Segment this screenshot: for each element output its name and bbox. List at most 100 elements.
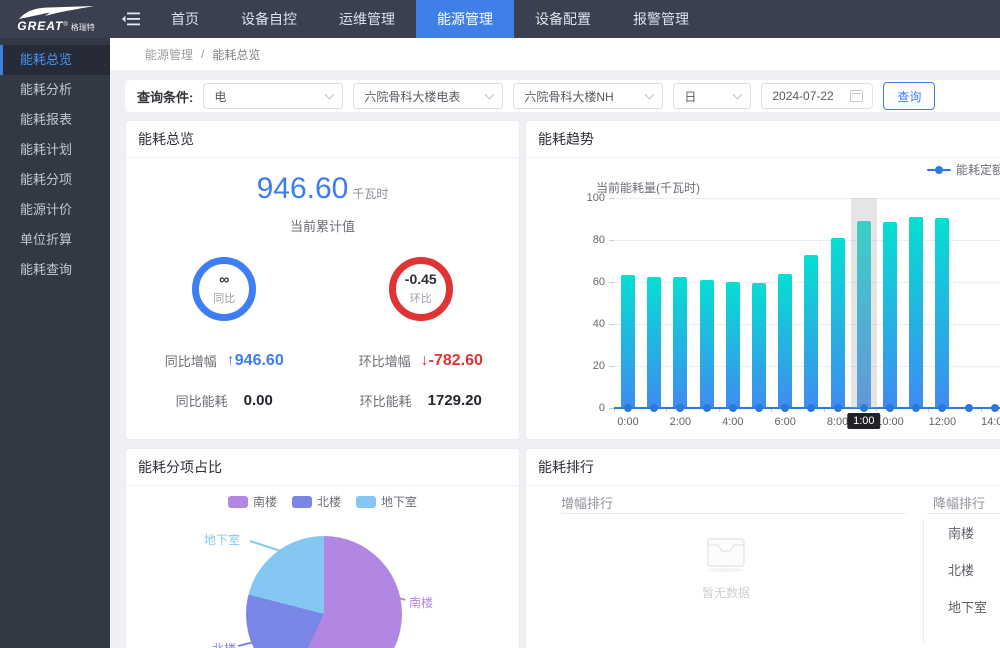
total-kwh-value: 946.60 — [257, 172, 349, 205]
breadcrumb-parent[interactable]: 能源管理 — [145, 46, 193, 63]
mom-growth-label: 环比增幅 — [359, 351, 411, 370]
search-button[interactable]: 查询 — [883, 82, 935, 110]
pie-legend-item-1[interactable]: 北楼 — [292, 493, 341, 510]
quota-point-10:00[interactable] — [886, 404, 894, 412]
quota-point-0:00[interactable] — [624, 404, 632, 412]
quota-point-12:00[interactable] — [938, 404, 946, 412]
mom-ring-value: -0.45 — [405, 272, 437, 287]
sidebar-item-0[interactable]: 能耗总览 — [0, 45, 110, 75]
bar-8:00[interactable] — [831, 238, 845, 408]
query-select-1[interactable]: 六院骨科大楼电表 — [353, 83, 503, 109]
energy-breakdown-card: 能耗分项占比 南楼北楼地下室 地下室南楼北楼 — [125, 448, 520, 648]
kwh-unit-label: 千瓦时 — [352, 187, 388, 201]
quota-point-3:00[interactable] — [703, 404, 711, 412]
empty-state: 暂无数据 — [656, 533, 796, 601]
ranking-vertical-divider — [923, 519, 924, 644]
pie-legend-item-2[interactable]: 地下室 — [356, 493, 417, 510]
yoy-growth-value: ↑946.60 — [227, 352, 284, 370]
chevron-down-icon — [645, 90, 655, 100]
quota-point-11:00[interactable] — [912, 404, 920, 412]
bar-5:00[interactable] — [752, 283, 766, 408]
y-tick-label: 60 — [593, 276, 605, 288]
query-select-0[interactable]: 电 — [203, 83, 343, 109]
sidebar-item-2[interactable]: 能耗报表 — [0, 105, 110, 135]
pie-slice-label-地下室: 地下室 — [204, 531, 240, 548]
x-tick-label-10:00: 10:00 — [876, 416, 904, 428]
pie-slice-label-南楼: 南楼 — [409, 594, 433, 611]
up-arrow-icon: ↑ — [227, 352, 235, 369]
mom-growth-value: ↓-782.60 — [421, 352, 483, 370]
pie-legend-swatch-1 — [292, 496, 312, 508]
quota-point-1:00[interactable] — [650, 404, 658, 412]
bar-6:00[interactable] — [778, 274, 792, 408]
nav-item-0[interactable]: 首页 — [150, 0, 220, 38]
chevron-down-icon — [325, 90, 335, 100]
y-tickmark — [609, 282, 614, 283]
mom-column: -0.45 环比 环比增幅 ↓-782.60 环比能耗 1729.20 — [323, 257, 520, 410]
brand-logo[interactable]: GREAT ® 格瑞特 — [0, 0, 112, 38]
empty-box-icon — [703, 533, 749, 573]
sidebar-item-3[interactable]: 能耗计划 — [0, 135, 110, 165]
nav-item-3[interactable]: 能源管理 — [416, 0, 514, 38]
query-select-3[interactable]: 日 — [673, 83, 751, 109]
y-tick-label: 100 — [587, 192, 605, 204]
quota-point-14:00[interactable] — [991, 404, 999, 412]
pie-legend-label-0: 南楼 — [253, 493, 277, 510]
bar-1:00[interactable] — [647, 277, 661, 408]
nav-item-2[interactable]: 运维管理 — [318, 0, 416, 38]
ranking-card-title: 能耗排行 — [526, 449, 1000, 486]
breadcrumb: 能源管理 / 能耗总览 — [110, 38, 1000, 70]
breakdown-pie-chart[interactable] — [246, 536, 402, 648]
bar-2:00[interactable] — [673, 277, 687, 408]
x-tick-label-4:00: 4:00 — [722, 416, 743, 428]
bar-3:00[interactable] — [700, 280, 714, 408]
bar-4:00[interactable] — [726, 282, 740, 408]
sidebar-item-4[interactable]: 能耗分项 — [0, 165, 110, 195]
quota-point-7:00[interactable] — [807, 404, 815, 412]
pie-card-title: 能耗分项占比 — [126, 449, 519, 486]
nav-item-4[interactable]: 设备配置 — [514, 0, 612, 38]
yoy-growth-label: 同比增幅 — [165, 351, 217, 370]
bar-12:00[interactable] — [935, 218, 949, 408]
nav-item-1[interactable]: 设备自控 — [220, 0, 318, 38]
energy-ranking-card: 能耗排行 增幅排行 暂无数据 降幅排行 南楼北楼地下室 — [525, 448, 1000, 648]
y-tick-label: 0 — [599, 402, 605, 414]
mom-energy-value: 1729.20 — [428, 392, 482, 409]
nav-item-5[interactable]: 报警管理 — [612, 0, 710, 38]
quota-point-2:00[interactable] — [676, 404, 684, 412]
fall-ranking-title: 降幅排行 — [933, 493, 985, 512]
y-tickmark — [609, 324, 614, 325]
query-conditions-bar: 查询条件: 电 六院骨科大楼电表六院骨科大楼NH 日 2024-07-22 查询 — [125, 80, 1000, 112]
rise-ranking-title: 增幅排行 — [561, 493, 613, 512]
sidebar-item-1[interactable]: 能耗分析 — [0, 75, 110, 105]
bar-0:00[interactable] — [621, 275, 635, 408]
query-conditions-label: 查询条件: — [137, 87, 193, 106]
pie-legend-item-0[interactable]: 南楼 — [228, 493, 277, 510]
quota-point-8:00[interactable] — [834, 404, 842, 412]
bar-11:00[interactable] — [909, 217, 923, 408]
y-tickmark — [609, 366, 614, 367]
trend-bar-chart[interactable]: 0204060801000:002:004:006:008:0010:0012:… — [614, 198, 1000, 408]
quota-point-13:00[interactable] — [965, 404, 973, 412]
sidebar-item-6[interactable]: 单位折算 — [0, 225, 110, 255]
sidebar-collapse-button[interactable] — [112, 0, 150, 38]
fall-ranking-item-2: 地下室 — [948, 599, 987, 617]
query-selects: 电 六院骨科大楼电表六院骨科大楼NH 日 — [203, 83, 751, 109]
quota-point-9:00[interactable] — [860, 404, 868, 412]
rise-ranking-divider — [561, 513, 906, 514]
query-select-2[interactable]: 六院骨科大楼NH — [513, 83, 663, 109]
query-select-value-0: 电 — [214, 88, 226, 105]
mom-energy-label: 环比能耗 — [360, 391, 412, 410]
quota-point-4:00[interactable] — [729, 404, 737, 412]
date-picker-field[interactable]: 2024-07-22 — [761, 83, 873, 109]
logo-swoosh-icon — [17, 6, 95, 20]
bar-10:00[interactable] — [883, 222, 897, 408]
bar-7:00[interactable] — [804, 255, 818, 408]
sidebar-item-7[interactable]: 能耗查询 — [0, 255, 110, 285]
sidebar-item-5[interactable]: 能源计价 — [0, 195, 110, 225]
trend-legend-item-0[interactable]: 能耗定额 — [927, 161, 1000, 178]
quota-point-6:00[interactable] — [781, 404, 789, 412]
quota-point-5:00[interactable] — [755, 404, 763, 412]
logo-text: GREAT — [17, 20, 63, 32]
fall-ranking-item-0: 南楼 — [948, 525, 974, 543]
